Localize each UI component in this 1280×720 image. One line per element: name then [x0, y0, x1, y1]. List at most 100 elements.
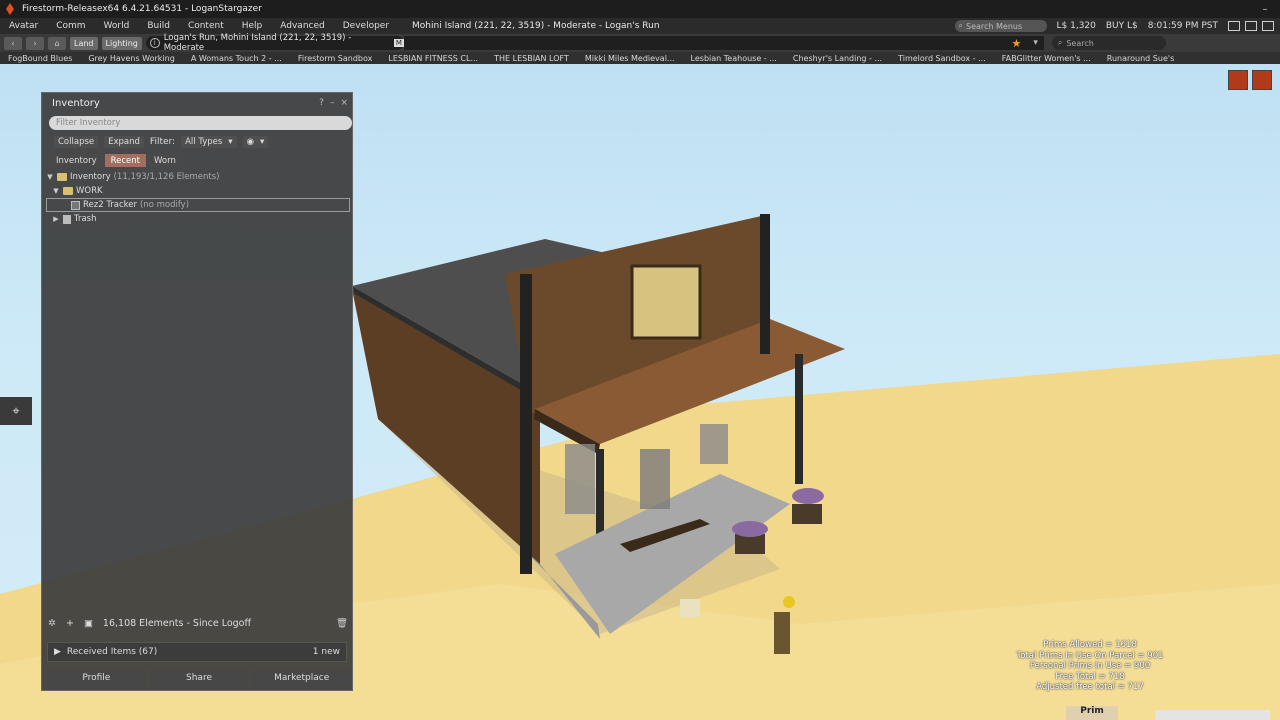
favorite-item[interactable]: Firestorm Sandbox: [290, 54, 381, 63]
menu-world[interactable]: World: [95, 21, 139, 31]
favorite-item[interactable]: A Womans Touch 2 - ...: [183, 54, 290, 63]
element-count-text: 16,108 Elements - Since Logoff: [102, 617, 252, 629]
menu-developer[interactable]: Developer: [334, 21, 398, 31]
stream-icon[interactable]: [1245, 21, 1257, 31]
trash-icon[interactable]: 🗑: [336, 618, 348, 629]
menu-bar: Avatar Comm World Build Content Help Adv…: [0, 18, 1280, 34]
close-button[interactable]: ×: [340, 98, 348, 108]
minimize-button[interactable]: –: [330, 98, 335, 108]
search-icon: ⌕: [958, 21, 963, 30]
menu-comm[interactable]: Comm: [47, 21, 94, 31]
marketplace-button[interactable]: Marketplace: [252, 669, 352, 687]
received-items-panel[interactable]: ▶ Received Items (67) 1 new: [47, 642, 347, 662]
favorite-item[interactable]: Lesbian Teahouse - ...: [683, 54, 785, 63]
search-input[interactable]: ⌕ Search: [1051, 36, 1166, 50]
chevron-down-icon: ▾: [260, 137, 265, 147]
home-icon: ⌂: [54, 38, 60, 48]
clock-text: 8:01:59 PM PST: [1147, 21, 1218, 31]
type-filter-dropdown[interactable]: All Types ▾: [181, 136, 237, 148]
expanded-arrow-icon[interactable]: ▼: [46, 173, 54, 181]
menu-help[interactable]: Help: [233, 21, 272, 31]
forward-button[interactable]: ›: [26, 36, 44, 50]
prim-stat-line: Adjusted free total = 717: [1036, 682, 1144, 692]
menu-build[interactable]: Build: [138, 21, 179, 31]
folder-icon: [57, 173, 67, 181]
favorite-item[interactable]: FogBound Blues: [0, 54, 80, 63]
item-suffix: (no modify): [140, 200, 190, 210]
favorite-item[interactable]: Runaround Sue's: [1099, 54, 1182, 63]
search-menus-placeholder: Search Menus: [965, 21, 1023, 31]
inventory-floater: Inventory ? – × Filter Inventory Collaps…: [41, 92, 353, 691]
back-button[interactable]: ‹: [4, 36, 22, 50]
tree-row-work[interactable]: ▼ WORK: [46, 184, 350, 198]
gear-icon[interactable]: ✲: [48, 618, 56, 629]
hud-icon[interactable]: [1228, 70, 1248, 90]
volume-icon[interactable]: [1262, 21, 1274, 31]
menubar-location: Mohini Island (221, 22, 3519) - Moderate…: [412, 21, 660, 31]
favorite-star-icon[interactable]: ★: [1011, 37, 1021, 50]
tree-row-item[interactable]: Rez2 Tracker (no modify): [46, 198, 350, 212]
tree-row-trash[interactable]: ▶ Trash: [46, 212, 350, 226]
hud-icons: [1228, 70, 1272, 90]
received-items-label: Received Items (67): [66, 647, 158, 657]
tab-worn[interactable]: Worn: [148, 154, 182, 167]
profile-button[interactable]: Profile: [47, 669, 146, 687]
tab-inventory[interactable]: Inventory: [50, 154, 103, 167]
copy-icon[interactable]: ▣: [84, 618, 93, 629]
work-folder-label: WORK: [76, 186, 103, 196]
search-placeholder: Search: [1066, 38, 1094, 48]
bottom-toolbar-button[interactable]: [1155, 710, 1270, 720]
favorite-item[interactable]: Cheshyr's Landing - ...: [785, 54, 890, 63]
favorite-item[interactable]: Timelord Sandbox - ...: [890, 54, 994, 63]
tab-recent[interactable]: Recent: [104, 154, 146, 167]
expanded-arrow-icon[interactable]: ▼: [52, 187, 60, 195]
menu-avatar[interactable]: Avatar: [0, 21, 47, 31]
maturity-badge: M: [393, 39, 404, 47]
places-side-button[interactable]: ⌖: [0, 397, 32, 425]
favorite-item[interactable]: Mikki Miles Medieval...: [577, 54, 683, 63]
search-menus-input[interactable]: ⌕ Search Menus: [954, 20, 1047, 32]
lighting-button[interactable]: Lighting: [101, 36, 142, 50]
prim-stat-line: Free Total = 718: [1055, 671, 1125, 682]
media-icon[interactable]: [1228, 21, 1240, 31]
prim-button[interactable]: Prim: [1066, 706, 1118, 720]
location-url: Logan's Run, Mohini Island (221, 22, 351…: [163, 33, 352, 53]
search-icon: ⌕: [1057, 38, 1063, 47]
help-button[interactable]: ?: [319, 98, 324, 108]
hud-icon[interactable]: [1252, 70, 1272, 90]
share-button[interactable]: Share: [149, 669, 249, 687]
inventory-title-bar[interactable]: Inventory ? – ×: [42, 93, 352, 113]
minimize-window-button[interactable]: –: [1250, 4, 1280, 15]
eye-icon: ◉: [246, 137, 254, 147]
root-folder-count: (11,193/1,126 Elements): [113, 172, 220, 182]
menu-content[interactable]: Content: [179, 21, 233, 31]
home-button[interactable]: ⌂: [48, 36, 66, 50]
filter-inventory-input[interactable]: Filter Inventory: [49, 116, 352, 130]
collapse-button[interactable]: Collapse: [54, 136, 99, 148]
buy-currency-button[interactable]: BUY L$: [1106, 21, 1138, 31]
location-input-extension[interactable]: ★ ▾: [403, 36, 1044, 50]
menu-advanced[interactable]: Advanced: [271, 21, 333, 31]
navigation-bar: ‹ › ⌂ Land Lighting i Logan's Run, Mohin…: [0, 33, 1280, 53]
tree-row-root[interactable]: ▼ Inventory (11,193/1,126 Elements): [46, 170, 350, 184]
balance-text[interactable]: L$ 1,320: [1057, 21, 1096, 31]
favorite-item[interactable]: Grey Havens Working: [80, 54, 183, 63]
inventory-buttons: Profile Share Marketplace: [47, 669, 352, 687]
favorite-item[interactable]: FABGlitter Women's ...: [994, 54, 1099, 63]
add-icon[interactable]: +: [66, 618, 74, 629]
favorite-item[interactable]: THE LESBIAN LOFT: [486, 54, 577, 63]
location-input[interactable]: i Logan's Run, Mohini Island (221, 22, 3…: [145, 33, 404, 53]
info-icon[interactable]: i: [149, 38, 160, 48]
prim-stat-line: Prims Allowed = 1618: [1043, 640, 1137, 650]
dropdown-arrow-icon[interactable]: ▾: [1033, 38, 1038, 48]
collapsed-arrow-icon[interactable]: ▶: [52, 215, 60, 223]
expand-button[interactable]: Expand: [104, 136, 144, 148]
chevron-down-icon: ▾: [228, 137, 233, 147]
window-title: Firestorm-Releasex64 6.4.21.64531 - Loga…: [22, 4, 262, 14]
inventory-toolbar: Collapse Expand Filter: All Types ▾ ◉ ▾: [54, 136, 269, 148]
view-options-dropdown[interactable]: ◉ ▾: [242, 136, 269, 148]
item-label: Rez2 Tracker: [83, 200, 137, 210]
land-button[interactable]: Land: [70, 36, 98, 50]
filter-label: Filter:: [149, 137, 176, 147]
favorite-item[interactable]: LESBIAN FITNESS CL...: [380, 54, 486, 63]
